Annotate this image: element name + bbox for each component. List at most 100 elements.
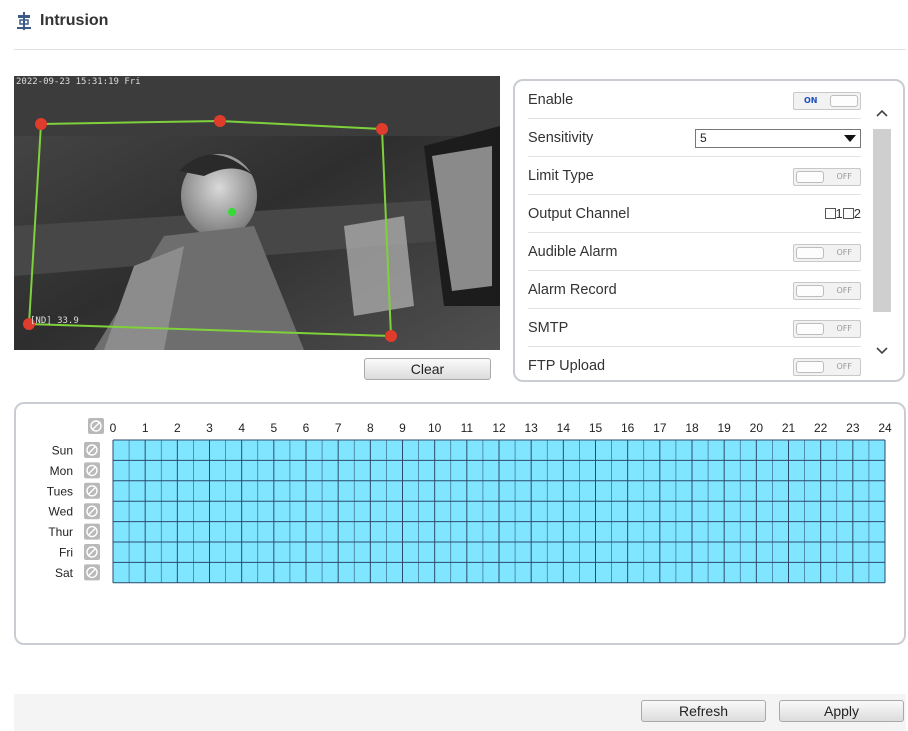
hour-label: 13 — [524, 421, 538, 435]
setting-audible-alarm: Audible Alarm OFF — [528, 233, 861, 271]
hour-label: 3 — [206, 421, 213, 435]
smtp-toggle[interactable]: OFF — [793, 320, 861, 338]
toggle-knob — [796, 361, 824, 373]
hour-label: 10 — [428, 421, 442, 435]
page-title: Intrusion — [40, 12, 109, 29]
setting-label: Output Channel — [528, 205, 630, 222]
hour-label: 21 — [782, 421, 796, 435]
toggle-knob — [830, 95, 858, 107]
channel-1-checkbox[interactable] — [824, 208, 836, 219]
osd-temperature: [ND] 33.9 — [30, 316, 79, 326]
channel-2-label: 2 — [853, 206, 861, 221]
day-toggle-icon[interactable] — [84, 442, 100, 458]
day-toggle-icon[interactable] — [84, 544, 100, 560]
hour-label: 19 — [717, 421, 731, 435]
intrusion-icon — [17, 12, 31, 30]
day-label: Thur — [48, 525, 73, 539]
hour-label: 8 — [367, 421, 374, 435]
day-label: Fri — [59, 546, 73, 560]
setting-limit-type: Limit Type OFF — [528, 157, 861, 195]
toggle-state: OFF — [836, 286, 853, 295]
toggle-knob — [796, 285, 824, 297]
hour-label: 5 — [270, 421, 277, 435]
toggle-state: ON — [804, 96, 818, 105]
day-label: Mon — [50, 464, 73, 478]
setting-label: SMTP — [528, 319, 569, 336]
channel-2-checkbox[interactable] — [842, 208, 854, 219]
day-label: Sat — [55, 566, 74, 580]
day-toggle-icon[interactable] — [84, 523, 100, 540]
toggle-state: OFF — [836, 362, 853, 371]
day-label: Wed — [49, 505, 73, 519]
hour-label: 4 — [238, 421, 245, 435]
hour-label: 12 — [492, 421, 506, 435]
dropdown-arrow-icon — [844, 135, 856, 142]
day-toggle-icon[interactable] — [84, 462, 100, 479]
setting-output-channel: Output Channel 1 2 — [528, 195, 861, 233]
header-divider — [14, 49, 906, 50]
scroll-down-icon[interactable] — [873, 341, 891, 361]
day-toggle-icon[interactable] — [84, 503, 100, 520]
setting-label: Audible Alarm — [528, 243, 618, 260]
select-value: 5 — [700, 131, 707, 145]
hour-label: 14 — [557, 421, 571, 435]
ftp-upload-toggle[interactable]: OFF — [793, 358, 861, 376]
hour-label: 23 — [846, 421, 860, 435]
setting-label: Enable — [528, 91, 574, 108]
settings-scrollbar[interactable] — [873, 85, 891, 377]
scroll-up-icon[interactable] — [873, 103, 891, 123]
hour-label: 2 — [174, 421, 181, 435]
hour-label: 1 — [142, 421, 149, 435]
audible-alarm-toggle[interactable]: OFF — [793, 244, 861, 262]
hour-label: 15 — [589, 421, 603, 435]
setting-ftp-upload: FTP Upload OFF — [528, 347, 861, 380]
toggle-state: OFF — [836, 324, 853, 333]
settings-list: Enable ON Sensitivity 5 Limit Type OFF O… — [528, 81, 861, 380]
page-header: Intrusion — [16, 8, 108, 34]
day-label: Tues — [47, 484, 73, 498]
hour-label: 0 — [110, 421, 117, 435]
sensitivity-select[interactable]: 5 — [695, 129, 861, 148]
select-all-icon[interactable] — [88, 418, 104, 434]
channel-1-label: 1 — [835, 206, 843, 221]
thermal-scene — [14, 76, 500, 350]
toggle-state: OFF — [836, 248, 853, 257]
clear-button[interactable]: Clear — [364, 358, 491, 380]
toggle-state: OFF — [836, 172, 853, 181]
osd-timestamp: 2022-09-23 15:31:19 Fri — [16, 77, 141, 87]
setting-label: Sensitivity — [528, 129, 594, 146]
video-preview[interactable]: 2022-09-23 15:31:19 Fri [ND] 33.9 — [14, 76, 500, 350]
setting-label: Limit Type — [528, 167, 594, 184]
schedule-panel: 0 1 2 3 4 5 6 7 8 9 10 11 12 13 14 15 16 17 18 19 20 21 22 23 24… — [14, 402, 906, 645]
hour-label: 9 — [399, 421, 406, 435]
hour-label: 16 — [621, 421, 635, 435]
settings-panel: Enable ON Sensitivity 5 Limit Type OFF O… — [513, 79, 905, 382]
limit-type-toggle[interactable]: OFF — [793, 168, 861, 186]
setting-sensitivity: Sensitivity 5 — [528, 119, 861, 157]
day-toggle-icon[interactable] — [84, 564, 100, 581]
hour-label: 22 — [814, 421, 828, 435]
scrollbar-thumb[interactable] — [873, 129, 891, 312]
apply-button[interactable]: Apply — [779, 700, 904, 722]
toggle-knob — [796, 323, 824, 335]
day-label: Sun — [52, 444, 73, 458]
schedule-grid[interactable]: 0 1 2 3 4 5 6 7 8 9 10 11 12 13 14 15 16 17 18 19 20 21 22 23 24… — [16, 404, 904, 643]
enable-toggle[interactable]: ON — [793, 92, 861, 110]
hour-label: 20 — [750, 421, 764, 435]
hour-label: 24 — [878, 421, 892, 435]
output-channel-group: 1 2 — [824, 206, 861, 221]
hour-label: 18 — [685, 421, 699, 435]
footer-bar — [14, 694, 906, 731]
alarm-record-toggle[interactable]: OFF — [793, 282, 861, 300]
setting-label: FTP Upload — [528, 358, 606, 374]
setting-enable: Enable ON — [528, 81, 861, 119]
day-toggle-icon[interactable] — [84, 482, 100, 499]
refresh-button[interactable]: Refresh — [641, 700, 766, 722]
hour-label: 17 — [653, 421, 667, 435]
hour-label: 7 — [335, 421, 342, 435]
setting-label: Alarm Record — [528, 281, 617, 298]
hour-label: 6 — [303, 421, 310, 435]
setting-smtp: SMTP OFF — [528, 309, 861, 347]
toggle-knob — [796, 171, 824, 183]
toggle-knob — [796, 247, 824, 259]
